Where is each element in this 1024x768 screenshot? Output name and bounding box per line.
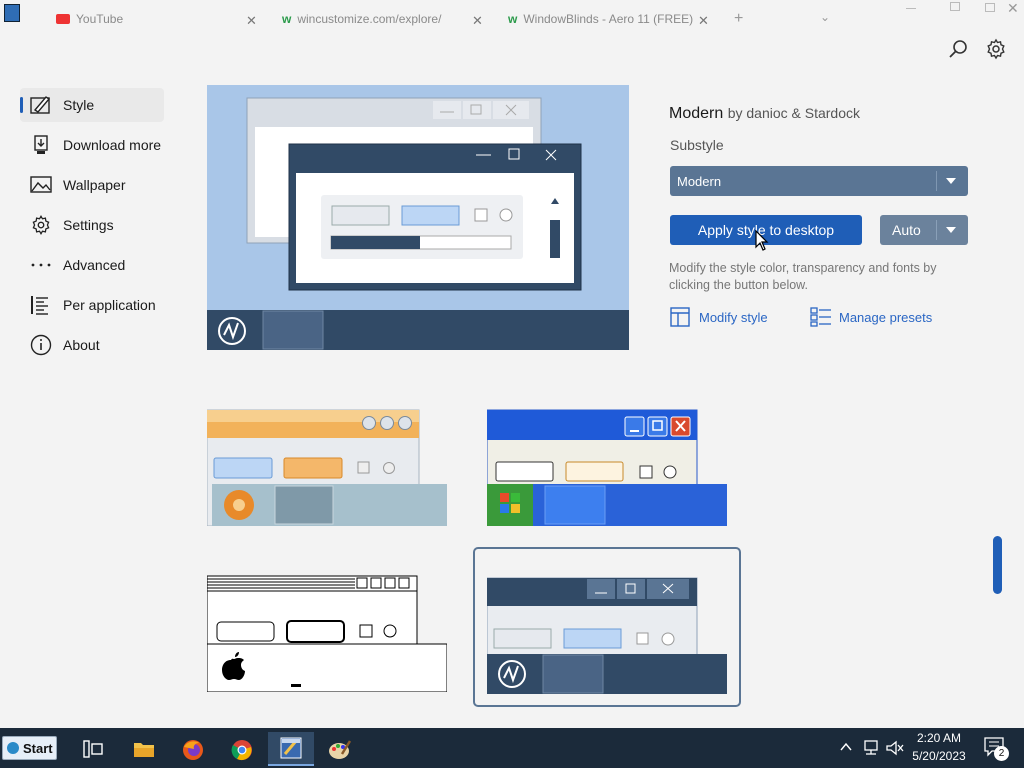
- close-window-icon[interactable]: ✕: [1007, 0, 1019, 17]
- style-preview: [207, 85, 629, 350]
- minimize-icon[interactable]: [906, 8, 916, 9]
- style-thumbnail-modern-selected[interactable]: [473, 547, 741, 707]
- clock-time: 2:20 AM: [916, 731, 962, 745]
- paint-brush-icon: [30, 94, 52, 116]
- close-icon[interactable]: ✕: [698, 13, 709, 26]
- network-icon[interactable]: [862, 740, 880, 756]
- sidebar-item-settings[interactable]: Settings: [20, 208, 164, 242]
- taskbar-firefox[interactable]: [170, 732, 216, 766]
- manage-presets-link[interactable]: Manage presets: [839, 310, 932, 325]
- sidebar-item-style[interactable]: Style: [20, 88, 164, 122]
- list-icon: [30, 294, 52, 316]
- style-thumbnail-aero[interactable]: [207, 408, 447, 526]
- chrome-icon: [231, 740, 252, 761]
- sidebar-item-label: Style: [63, 97, 95, 113]
- browser-tab-strip: YouTube ✕ w wincustomize.com/explore/ ✕ w…: [0, 0, 1024, 26]
- style-author: by danioc & Stardock: [727, 105, 860, 121]
- taskbar-paint[interactable]: [317, 732, 363, 766]
- presets-icon: [810, 307, 831, 327]
- style-header: Modern by danioc & Stardock: [669, 105, 860, 123]
- image-icon: [30, 174, 52, 196]
- substyle-dropdown[interactable]: Modern: [670, 166, 968, 196]
- substyle-label: Substyle: [670, 137, 724, 153]
- youtube-icon: [56, 14, 70, 24]
- divider: [936, 220, 937, 240]
- style-thumbnail-modern: [487, 576, 727, 694]
- task-view-icon: [83, 740, 103, 758]
- taskbar: Start 2:20 AM 5/20/2023 2: [0, 728, 1024, 768]
- info-icon: [30, 334, 52, 356]
- gear-icon: [30, 214, 52, 236]
- sidebar-item-advanced[interactable]: Advanced: [20, 248, 164, 282]
- mouse-cursor-icon: [755, 230, 769, 251]
- sidebar-item-label: Advanced: [63, 257, 126, 273]
- maximize-icon[interactable]: [950, 2, 960, 11]
- firefox-icon: [183, 740, 203, 760]
- chevron-down-icon[interactable]: ⌄: [820, 10, 830, 24]
- active-indicator: [20, 97, 23, 113]
- palette-icon: [329, 740, 352, 759]
- sidebar-item-download-more[interactable]: Download more: [20, 128, 164, 162]
- style-thumbnail-luna[interactable]: [487, 408, 727, 526]
- wincustomize-icon: w: [508, 12, 518, 26]
- app-icon: [4, 4, 20, 22]
- sidebar-item-label: Settings: [63, 217, 114, 233]
- chevron-up-icon[interactable]: [840, 742, 852, 752]
- sidebar-item-label: Per application: [63, 297, 156, 313]
- modify-style-link-group[interactable]: [670, 307, 692, 332]
- sidebar-item-label: Download more: [63, 137, 162, 153]
- clock-date: 5/20/2023: [912, 749, 966, 763]
- divider: [936, 171, 937, 191]
- more-dots-icon: [30, 254, 52, 276]
- wincustomize-icon: w: [282, 12, 292, 26]
- style-thumbnail-classic-mac[interactable]: [207, 574, 447, 692]
- close-icon[interactable]: ✕: [246, 13, 257, 26]
- style-description: Modify the style color, transparency and…: [669, 261, 937, 292]
- sidebar-item-label: Wallpaper: [63, 177, 126, 193]
- new-tab-icon[interactable]: +: [734, 10, 743, 26]
- tab-wincustomize[interactable]: w wincustomize.com/explore/ ✕: [282, 12, 483, 26]
- start-orb-icon: [7, 742, 19, 754]
- modify-style-icon: [670, 307, 690, 327]
- download-icon: [30, 134, 52, 156]
- start-button[interactable]: Start: [2, 736, 57, 760]
- modify-style-link[interactable]: Modify style: [699, 310, 768, 325]
- manage-presets-link-group[interactable]: [810, 307, 832, 332]
- restore-icon[interactable]: [985, 3, 995, 12]
- taskbar-file-explorer[interactable]: [121, 732, 167, 766]
- auto-split-button[interactable]: Auto: [880, 215, 968, 245]
- gear-icon[interactable]: [984, 37, 1008, 61]
- sidebar-item-per-application[interactable]: Per application: [20, 288, 164, 322]
- start-label: Start: [23, 741, 53, 756]
- sidebar-item-label: About: [63, 337, 100, 353]
- task-view-button[interactable]: [70, 732, 116, 766]
- chevron-down-icon: [946, 178, 956, 184]
- tab-title: WindowBlinds - Aero 11 (FREE): [523, 12, 694, 26]
- tab-windowblinds[interactable]: w WindowBlinds - Aero 11 (FREE) ✕: [508, 12, 709, 26]
- folder-icon: [134, 743, 154, 757]
- windowblinds-icon: [280, 737, 302, 759]
- taskbar-chrome[interactable]: [219, 732, 265, 766]
- scrollbar-thumb[interactable]: [993, 536, 1002, 594]
- sidebar-item-wallpaper[interactable]: Wallpaper: [20, 168, 164, 202]
- close-icon[interactable]: ✕: [472, 13, 483, 26]
- substyle-value: Modern: [677, 174, 722, 189]
- action-center-button[interactable]: 2: [980, 734, 1010, 762]
- auto-label: Auto: [892, 222, 921, 238]
- tab-title: YouTube: [76, 12, 124, 26]
- taskbar-windowblinds[interactable]: [268, 732, 314, 766]
- style-name: Modern: [669, 105, 724, 122]
- search-icon[interactable]: [946, 37, 970, 61]
- notification-count-badge: 2: [994, 746, 1009, 761]
- tab-title: wincustomize.com/explore/: [297, 12, 442, 26]
- chevron-down-icon[interactable]: [946, 226, 956, 234]
- sidebar-item-about[interactable]: About: [20, 328, 164, 362]
- tab-youtube[interactable]: YouTube ✕: [56, 12, 257, 26]
